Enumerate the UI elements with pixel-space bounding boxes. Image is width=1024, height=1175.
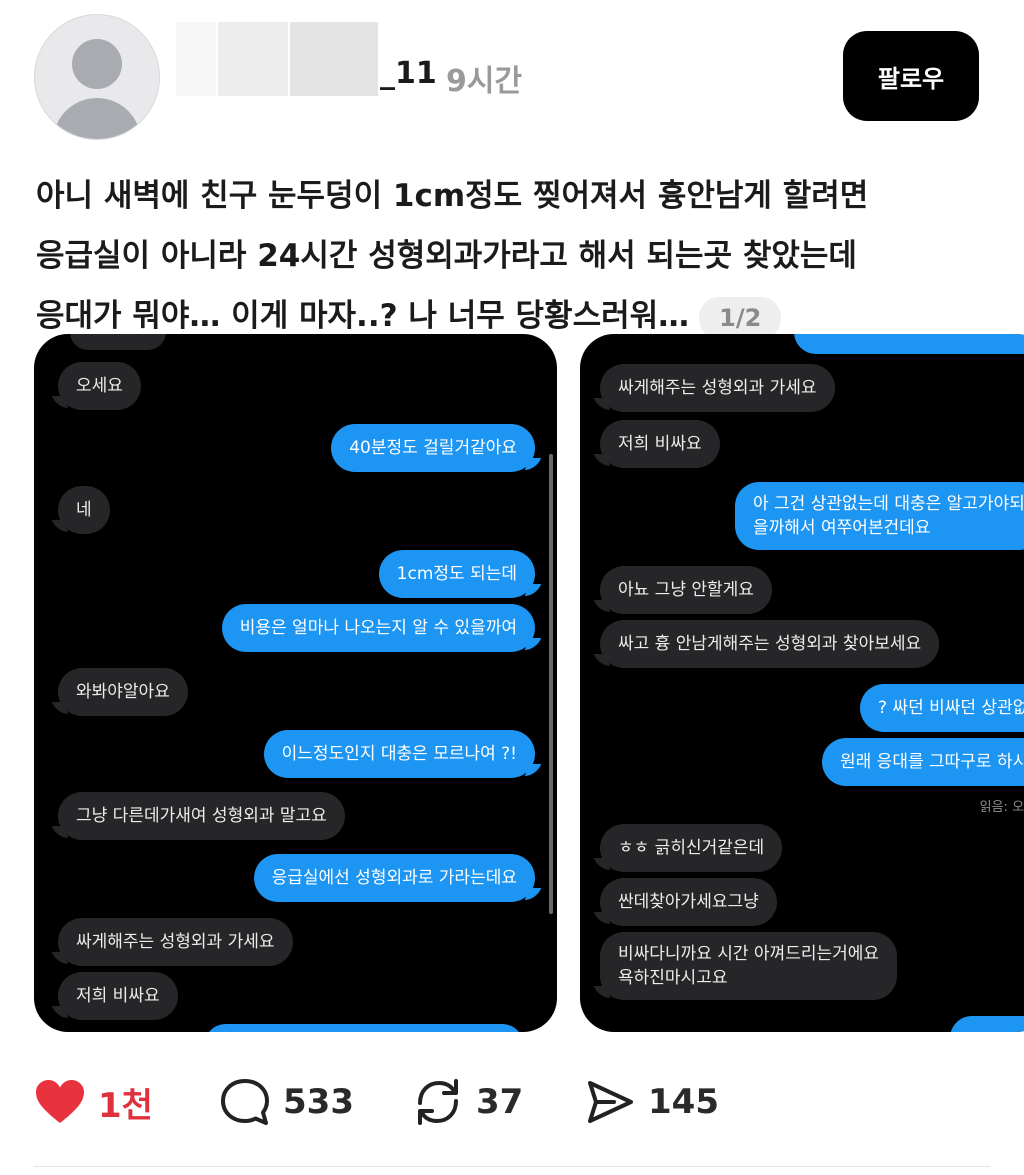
chat-bubble-sent: 아 그건 상관없는데 대충은 알고가야되 을까해서 여쭈어본건데요 xyxy=(735,482,1024,550)
chat-bubble-received: 싼데찾아가세요그냥 xyxy=(600,878,777,926)
chat-bubble-received: 싸고 흉 안남게해주는 성형외과 찾아보세요 xyxy=(600,620,940,668)
chat-bubble-received: 아뇨 그냥 안할게요 xyxy=(600,566,772,614)
avatar[interactable] xyxy=(34,14,160,140)
chat-bubble-received: 와봐야알아요 xyxy=(58,668,188,716)
avatar-body-shape xyxy=(53,98,141,139)
post-time: 9시간 xyxy=(446,64,523,99)
chat-bubble-sent: 이느정도인지 대충은 모르나여 ?! xyxy=(263,730,535,778)
chat-bubble-received: 그냥 다른데가새여 성형외과 말고요 xyxy=(58,792,345,840)
chat-screenshot-2[interactable]: 싸게해주는 성형외과 가세요 저희 비싸요 아 그건 상관없는데 대충은 알고가… xyxy=(580,334,1024,1032)
post-line-text: 응대가 뭐야… 이게 마자..? 나 너무 당황스러워… xyxy=(36,298,690,334)
chat-bubble-sent: 40분정도 걸릴거같아요 xyxy=(331,424,535,472)
post-line: 응급실이 아니라 24시간 성형외과가라고 해서 되는곳 찾았는데 xyxy=(36,238,857,274)
chat-bubble-received: ㅎㅎ 긁히신거같은데 xyxy=(600,824,783,872)
chat-bubble-sent: 비용은 얼마나 나오는지 알 수 있을까여 xyxy=(221,604,535,652)
post-line: 아니 새벽에 친구 눈두덩이 1cm정도 찢어져서 흉안남게 할려면 xyxy=(36,178,869,214)
chat-bubble-line: 을까해서 여쭈어본건데요 xyxy=(753,518,931,538)
chat-bubble-received: 저희 비싸요 xyxy=(58,972,178,1020)
post-text: 아니 새벽에 친구 눈두덩이 1cm정도 찢어져서 흉안남게 할려면 응급실이 … xyxy=(36,166,996,346)
repost-count: 37 xyxy=(476,1082,524,1122)
read-receipt: 읽음: 오전 xyxy=(979,800,1024,815)
chat-bubble-line: 아 그건 상관없는데 대충은 알고가야되 xyxy=(753,494,1024,514)
comment-count: 533 xyxy=(283,1082,354,1122)
chat-bubble-received: 네 xyxy=(58,486,110,534)
chat-bubble-sent: 응급실에선 성형외과로 가라는데요 xyxy=(253,854,535,902)
repost-icon xyxy=(418,1079,458,1125)
post-actions: 1천 533 37 145 xyxy=(34,1070,794,1134)
chat-bubble-partial xyxy=(70,334,166,350)
follow-button[interactable]: 팔로우 xyxy=(843,31,979,121)
divider xyxy=(34,1166,990,1167)
heart-icon xyxy=(36,1080,84,1123)
redacted-username-block xyxy=(290,22,378,96)
share-icon xyxy=(588,1081,633,1123)
scrollbar[interactable] xyxy=(549,454,553,914)
chat-bubble-received: 비싸다니까요 시간 아껴드리는거에요 욕하진마시고요 xyxy=(600,932,898,1000)
username[interactable]: _11 xyxy=(380,56,437,91)
comment-icon xyxy=(221,1079,269,1125)
chat-screenshot-1[interactable]: 오세요 40분정도 걸릴거같아요 네 1cm정도 되는데 비용은 얼마나 나오는… xyxy=(34,334,557,1032)
chat-bubble-partial xyxy=(950,1016,1024,1032)
chat-bubble-line: 욕하진마시고요 xyxy=(618,968,728,988)
share-button[interactable]: 145 xyxy=(584,1070,719,1134)
chat-bubble-received: 저희 비싸요 xyxy=(600,420,720,468)
share-count: 145 xyxy=(648,1082,719,1122)
chat-bubble-received: 오세요 xyxy=(58,362,141,410)
chat-bubble-partial xyxy=(794,334,1024,354)
avatar-head-shape xyxy=(72,39,122,89)
chat-bubble-sent: 1cm정도 되는데 xyxy=(378,550,535,598)
chat-bubble-received: 싸게해주는 성형외과 가세요 xyxy=(58,918,293,966)
like-button[interactable]: 1천 xyxy=(34,1070,153,1134)
like-count: 1천 xyxy=(98,1085,153,1126)
chat-bubble-sent: 원래 응대를 그따구로 하시 xyxy=(822,738,1024,786)
comment-button[interactable]: 533 xyxy=(219,1070,354,1134)
chat-bubble-partial xyxy=(204,1024,524,1032)
page-indicator: 1/2 xyxy=(699,296,782,339)
repost-button[interactable]: 37 xyxy=(412,1070,523,1134)
chat-bubble-received: 싸게해주는 성형외과 가세요 xyxy=(600,364,835,412)
chat-bubble-sent: ? 싸던 비싸던 상관없 xyxy=(860,684,1024,732)
chat-bubble-line: 비싸다니까요 시간 아껴드리는거에요 xyxy=(618,944,880,964)
redacted-username-block xyxy=(176,22,216,96)
redacted-username-block xyxy=(218,22,288,96)
